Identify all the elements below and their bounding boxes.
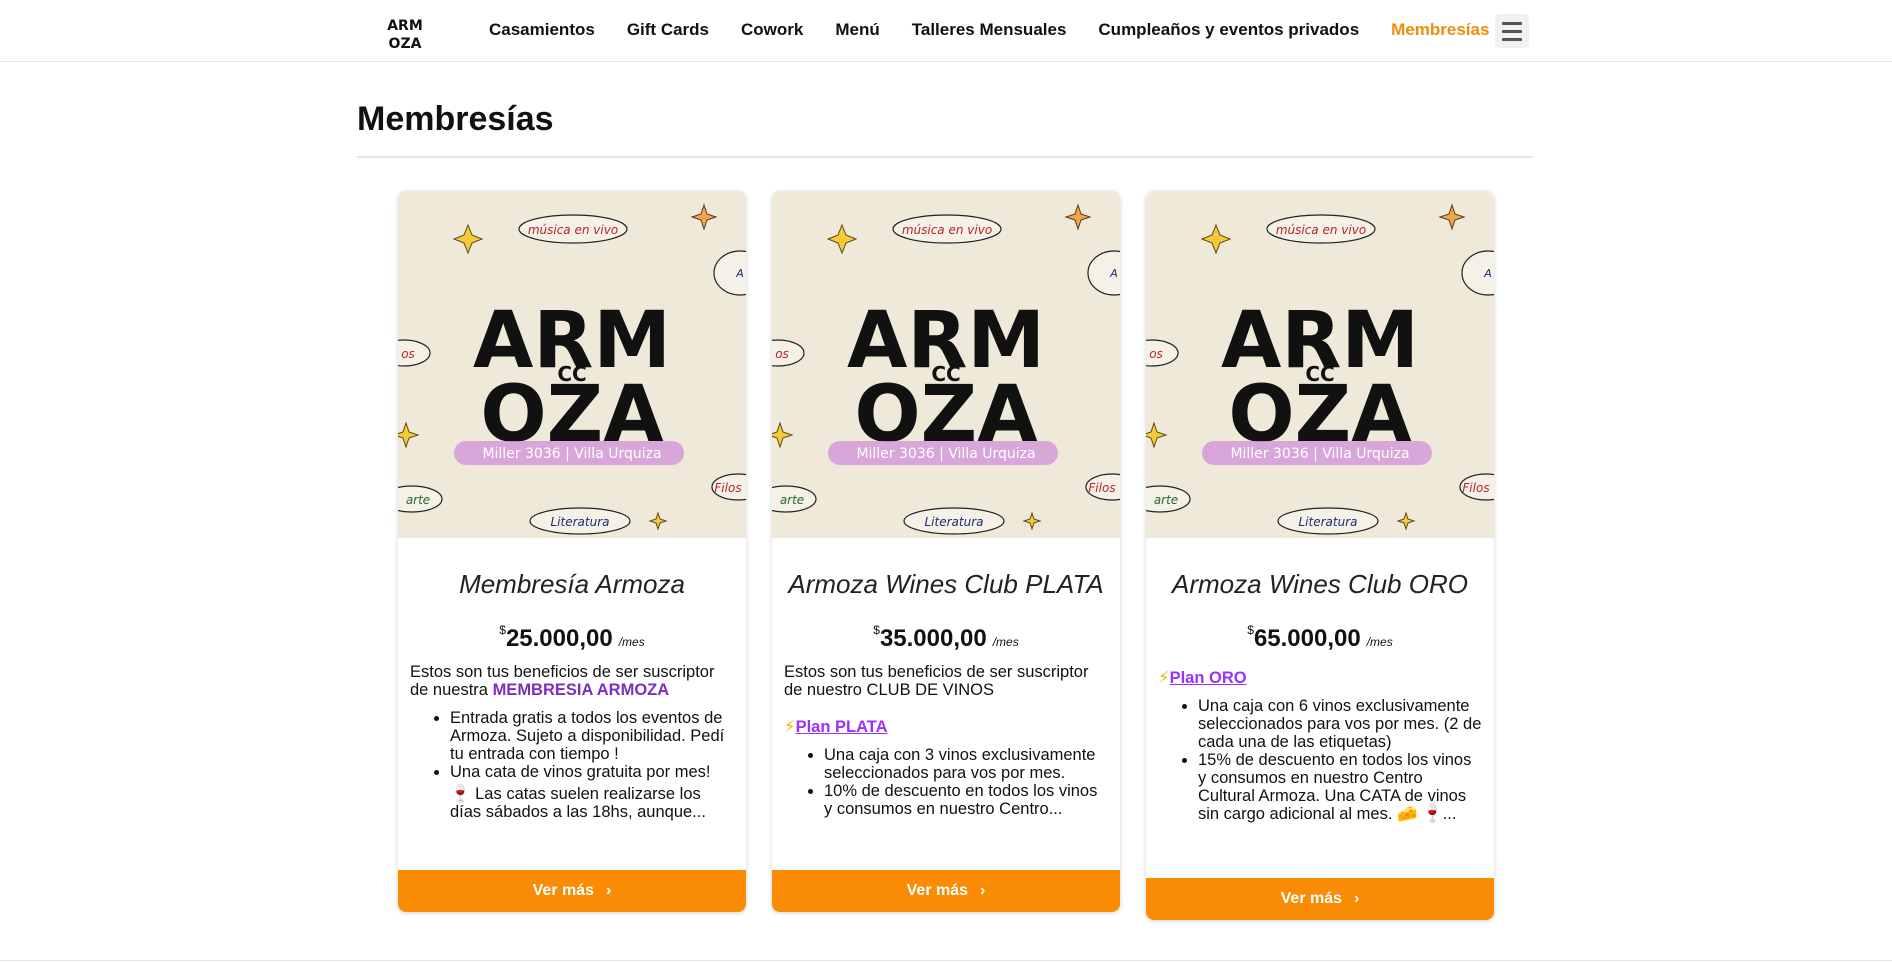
plan-heading: ⚡Plan ORO — [1158, 669, 1482, 687]
chevron-right-icon: › — [1354, 890, 1360, 907]
plan-price: $65.000,00/mes — [1158, 615, 1482, 652]
hamburger-line — [1502, 29, 1522, 33]
page-title: Membresías — [357, 100, 554, 138]
price-period: /mes — [1366, 635, 1393, 649]
tag-filos: Filos — [714, 481, 741, 495]
plan-description: Estos son tus beneficios de ser suscript… — [784, 663, 1108, 818]
nav-talleres-mensuales[interactable]: Talleres Mensuales — [912, 20, 1067, 40]
tag-filos: Filos — [1462, 481, 1489, 495]
chevron-right-icon: › — [980, 882, 986, 899]
plan-link[interactable]: Plan PLATA — [796, 718, 888, 736]
benefit-item: 10% de descuento en todos los vinos y co… — [824, 782, 1108, 818]
nav-casamientos[interactable]: Casamientos — [489, 20, 595, 40]
intro-text: Estos son tus beneficios de ser suscript… — [784, 663, 1089, 699]
plan-description: ⚡Plan ORO Una caja con 6 vinos exclusiva… — [1158, 669, 1482, 823]
cta-label: Ver más — [906, 882, 969, 899]
benefit-item: 🍷 Las catas suelen realizarse los días s… — [450, 785, 706, 821]
price-period: /mes — [618, 635, 645, 649]
price-currency: $ — [873, 623, 880, 637]
tag-arte: arte — [780, 493, 804, 507]
svg-text:ARM: ARM — [387, 18, 423, 34]
hamburger-line — [1502, 21, 1522, 25]
tag-literatura: Literatura — [551, 515, 610, 529]
tag-literatura: Literatura — [925, 515, 984, 529]
plan-name: Armoza Wines Club ORO — [1172, 569, 1468, 599]
price-period: /mes — [992, 635, 1019, 649]
lightning-icon: ⚡ — [1158, 669, 1170, 687]
address-text: Miller 3036 | Villa Urquiza — [1230, 446, 1409, 462]
tag-arte: arte — [406, 493, 430, 507]
tag-literatura: Literatura — [1299, 515, 1358, 529]
tag-a: A — [735, 267, 744, 280]
tag-os: os — [775, 347, 789, 361]
benefits-list: Una caja con 6 vinos exclusivamente sele… — [1198, 697, 1482, 823]
armoza-logo[interactable]: ARM OZA — [385, 12, 425, 52]
site-header: ARM OZA Casamientos Gift Cards Cowork Me… — [0, 0, 1892, 62]
benefit-item: Una caja con 6 vinos exclusivamente sele… — [1198, 697, 1482, 751]
lightning-icon: ⚡ — [784, 718, 796, 736]
tag-musica: música en vivo — [902, 223, 992, 237]
price-amount: 65.000,00 — [1253, 625, 1361, 652]
tag-arte: arte — [1154, 493, 1178, 507]
main-nav: Casamientos Gift Cards Cowork Menú Talle… — [489, 0, 1521, 60]
nav-membresias[interactable]: Membresías — [1391, 20, 1489, 40]
price-currency: $ — [499, 623, 506, 637]
benefit-item: Entrada gratis a todos los eventos de Ar… — [450, 709, 734, 763]
tag-a: A — [1109, 267, 1118, 280]
membership-card: música en vivo Literatura arte Filos os … — [772, 191, 1120, 912]
tag-filos: Filos — [1088, 481, 1115, 495]
ver-mas-button[interactable]: Ver más › — [772, 870, 1120, 912]
nav-cumpleanos[interactable]: Cumpleaños y eventos privados — [1098, 20, 1359, 40]
ver-mas-button[interactable]: Ver más › — [1146, 878, 1494, 920]
plan-price: $25.000,00/mes — [410, 615, 734, 652]
ver-mas-button[interactable]: Ver más › — [398, 870, 746, 912]
plan-description: Estos son tus beneficios de ser suscript… — [410, 663, 734, 821]
price-currency: $ — [1247, 623, 1254, 637]
address-text: Miller 3036 | Villa Urquiza — [856, 446, 1035, 462]
svg-text:OZA: OZA — [389, 36, 422, 52]
benefit-item: 15% de descuento en todos los vinos y co… — [1198, 751, 1482, 823]
price-amount: 25.000,00 — [505, 625, 613, 652]
nav-cowork[interactable]: Cowork — [741, 20, 803, 40]
tag-musica: música en vivo — [1276, 223, 1366, 237]
nav-gift-cards[interactable]: Gift Cards — [627, 20, 709, 40]
footer-divider — [0, 960, 1892, 961]
tag-os: os — [1149, 347, 1163, 361]
benefit-item: Una caja con 3 vinos exclusivamente sele… — [824, 746, 1108, 782]
benefits-list: Entrada gratis a todos los eventos de Ar… — [450, 709, 734, 821]
hamburger-icon[interactable] — [1495, 14, 1529, 48]
title-divider — [357, 156, 1533, 158]
price-amount: 35.000,00 — [879, 625, 987, 652]
membership-card: música en vivo Literatura arte Filos os … — [1146, 191, 1494, 920]
tag-a: A — [1483, 267, 1492, 280]
plan-heading: ⚡Plan PLATA — [784, 718, 1108, 736]
card-image[interactable]: música en vivo Literatura arte Filos os … — [1146, 191, 1494, 538]
plan-name: Armoza Wines Club PLATA — [788, 569, 1104, 599]
card-image[interactable]: música en vivo Literatura arte Filos os … — [772, 191, 1120, 538]
benefit-item: Una cata de vinos gratuita por mes! — [450, 763, 734, 781]
chevron-right-icon: › — [606, 882, 612, 899]
benefits-list: Una caja con 3 vinos exclusivamente sele… — [824, 746, 1108, 818]
tag-os: os — [401, 347, 415, 361]
intro-highlight: MEMBRESIA ARMOZA — [492, 681, 670, 699]
cta-label: Ver más — [1280, 890, 1343, 907]
nav-menu[interactable]: Menú — [835, 20, 879, 40]
cta-label: Ver más — [532, 882, 595, 899]
address-text: Miller 3036 | Villa Urquiza — [482, 446, 661, 462]
membership-card: música en vivo Literatura arte Filos os … — [398, 191, 746, 912]
card-image[interactable]: música en vivo Literatura arte Filos os … — [398, 191, 746, 538]
plan-name: Membresía Armoza — [459, 569, 685, 599]
plan-link[interactable]: Plan ORO — [1170, 669, 1247, 687]
hamburger-line — [1502, 37, 1522, 41]
plan-price: $35.000,00/mes — [784, 615, 1108, 652]
tag-musica: música en vivo — [528, 223, 618, 237]
